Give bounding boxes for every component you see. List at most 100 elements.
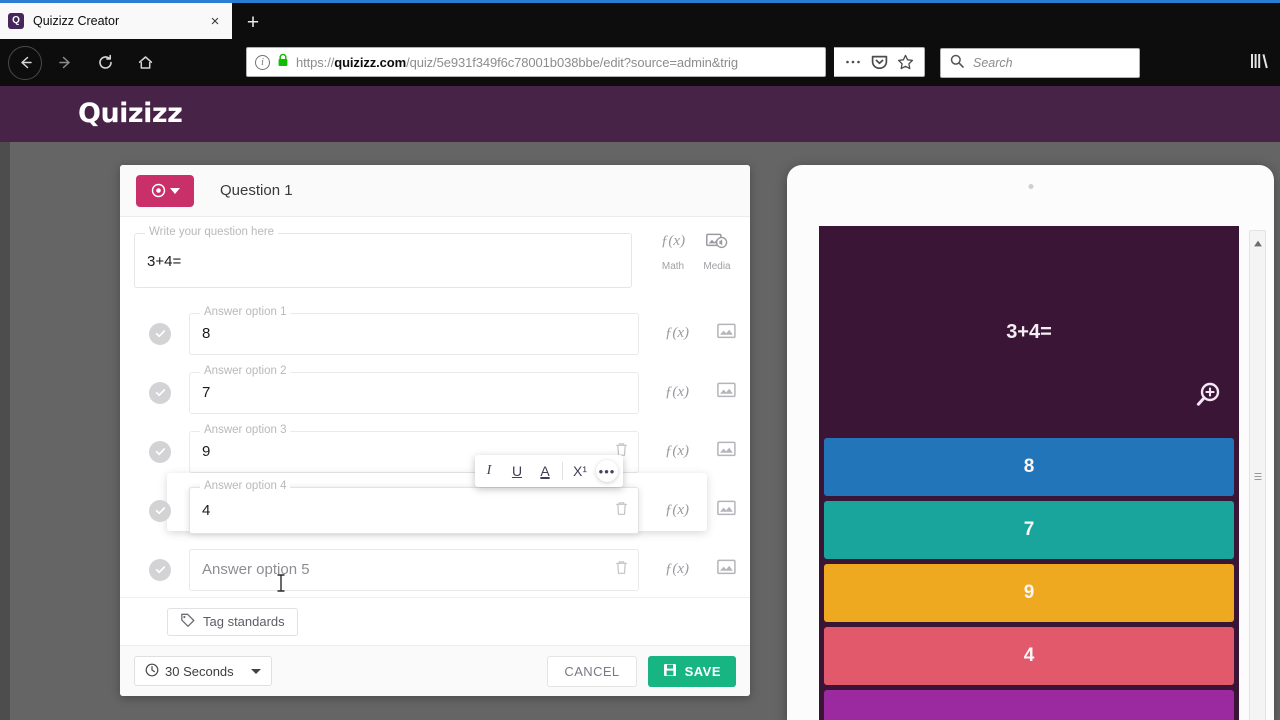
answer-input[interactable]: Answer option 1 8 [189, 305, 639, 355]
app-header [0, 86, 1280, 142]
device-preview-tablet: 3+4= 8 7 9 4 [787, 165, 1274, 720]
text-format-toolbar: I U A X¹ ••• [475, 455, 623, 487]
secure-lock-icon [277, 53, 289, 72]
question-editor-card: Question 1 Write your question here 3+4=… [120, 165, 750, 696]
forward-arrow-icon[interactable] [48, 46, 82, 80]
question-input[interactable]: Write your question here 3+4= [134, 226, 632, 288]
quizizz-logo[interactable]: Quizizz [78, 98, 183, 129]
answer-input[interactable]: Answer option 4 4 [189, 480, 639, 534]
preview-tile[interactable]: 7 [824, 501, 1234, 559]
chevron-down-icon [169, 187, 180, 194]
toolbar-divider [562, 462, 563, 480]
quizizz-favicon: Q [8, 13, 24, 29]
answer-tools: ƒ(x) [665, 323, 736, 344]
correct-answer-checkbox[interactable] [149, 499, 171, 522]
answer-tools: ƒ(x) [665, 500, 736, 521]
scroll-up-arrow-icon[interactable] [1253, 234, 1262, 252]
url-path: /quiz/5e931f349f6c78001b038bbe/edit?sour… [406, 54, 738, 70]
page-actions-ellipsis-icon[interactable] [840, 49, 866, 75]
question-type-button[interactable] [136, 174, 194, 207]
chevron-down-icon [251, 668, 261, 674]
reload-icon[interactable] [88, 46, 122, 80]
correct-answer-checkbox[interactable] [149, 440, 171, 463]
browser-tab[interactable]: Q Quizizz Creator × [0, 3, 232, 39]
pocket-icon[interactable] [866, 49, 892, 75]
answer-math-icon[interactable]: ƒ(x) [665, 561, 689, 578]
browser-search-bar[interactable]: Search [940, 48, 1140, 78]
preview-tile[interactable]: 4 [824, 627, 1234, 685]
question-number-label: Question 1 [220, 182, 293, 199]
preview-scrollbar[interactable] [1249, 230, 1266, 720]
answer-row: Answer option 1 8 ƒ(x) [134, 304, 736, 363]
text-color-button[interactable]: A [531, 456, 559, 486]
question-field-label: Write your question here [145, 226, 279, 238]
browser-chrome: Q Quizizz Creator × + i https://quizizz.… [0, 0, 1280, 86]
answer-image-icon[interactable] [717, 500, 736, 521]
close-icon[interactable]: × [206, 12, 224, 30]
left-edge-stripe [0, 142, 10, 720]
answer-field-label: Answer option 3 [200, 423, 291, 436]
answer-math-icon[interactable]: ƒ(x) [665, 325, 689, 342]
preview-question-area: 3+4= [819, 226, 1239, 438]
bookmark-star-icon[interactable] [892, 49, 918, 75]
question-editor-header: Question 1 [120, 165, 750, 217]
tag-icon [180, 613, 195, 631]
media-tool-caption: Media [703, 261, 731, 272]
search-icon [950, 54, 964, 73]
clock-icon [145, 663, 159, 680]
answer-image-icon[interactable] [717, 382, 736, 403]
answer-math-icon[interactable]: ƒ(x) [665, 384, 689, 401]
tag-standards-zone: Tag standards [120, 597, 750, 645]
home-icon[interactable] [128, 46, 162, 80]
urlbar-actions [834, 47, 925, 77]
library-icon[interactable] [1250, 53, 1268, 74]
delete-answer-icon[interactable] [615, 501, 628, 521]
preview-tile[interactable]: 8 [824, 438, 1234, 496]
italic-button[interactable]: I [475, 456, 503, 486]
math-tool[interactable]: ƒ(x) Math [654, 233, 692, 272]
answer-image-icon[interactable] [717, 441, 736, 462]
answer-field-label: Answer option 4 [200, 480, 291, 492]
superscript-button[interactable]: X¹ [566, 456, 594, 486]
back-arrow-icon[interactable] [8, 45, 42, 80]
save-button[interactable]: SAVE [647, 655, 736, 687]
save-label: SAVE [684, 663, 721, 679]
answer-math-icon[interactable]: ƒ(x) [665, 502, 689, 519]
answer-field-placeholder: Answer option 5 [202, 561, 310, 578]
url-protocol: https:// [296, 54, 335, 70]
timer-value: 30 Seconds [165, 663, 234, 679]
url-text: https://quizizz.com/quiz/5e931f349f6c780… [296, 55, 738, 70]
answer-field-value: 8 [202, 325, 211, 342]
scrollbar-grip[interactable] [1254, 471, 1261, 482]
tag-standards-button[interactable]: Tag standards [167, 607, 298, 636]
search-input-placeholder[interactable]: Search [973, 56, 1013, 70]
answer-input[interactable]: Answer option 2 7 [189, 364, 639, 414]
correct-answer-checkbox[interactable] [149, 558, 171, 581]
tab-strip: Q Quizizz Creator × + [0, 3, 1280, 39]
correct-answer-checkbox[interactable] [149, 322, 171, 345]
new-tab-button[interactable]: + [238, 7, 268, 37]
media-tool[interactable]: Media [698, 233, 736, 272]
preview-tile[interactable] [824, 690, 1234, 720]
preview-tile[interactable]: 9 [824, 564, 1234, 622]
correct-answer-checkbox[interactable] [149, 381, 171, 404]
answer-input[interactable]: Answer option 5 [189, 548, 639, 591]
page-info-icon[interactable]: i [255, 54, 270, 70]
underline-button[interactable]: U [503, 456, 531, 486]
answer-math-icon[interactable]: ƒ(x) [665, 443, 689, 460]
preview-screen: 3+4= 8 7 9 4 [819, 226, 1239, 720]
more-options-ellipsis-icon[interactable]: ••• [596, 460, 618, 482]
screen-root: Q Quizizz Creator × + i https://quizizz.… [0, 0, 1280, 720]
timer-dropdown[interactable]: 30 Seconds [134, 656, 272, 686]
url-bar[interactable]: i https://quizizz.com/quiz/5e931f349f6c7… [246, 47, 826, 77]
answer-field-label: Answer option 2 [200, 364, 291, 377]
answer-image-icon[interactable] [717, 323, 736, 344]
answer-field-value: 9 [202, 443, 211, 460]
answer-row: Answer option 2 7 ƒ(x) [134, 363, 736, 422]
preview-answer-tiles: 8 7 9 4 [819, 438, 1239, 720]
delete-answer-icon[interactable] [615, 560, 628, 580]
cancel-button[interactable]: CANCEL [547, 655, 637, 687]
zoom-in-magnifier-icon[interactable] [1193, 380, 1223, 415]
math-tool-caption: Math [661, 261, 685, 272]
answer-image-icon[interactable] [717, 559, 736, 580]
